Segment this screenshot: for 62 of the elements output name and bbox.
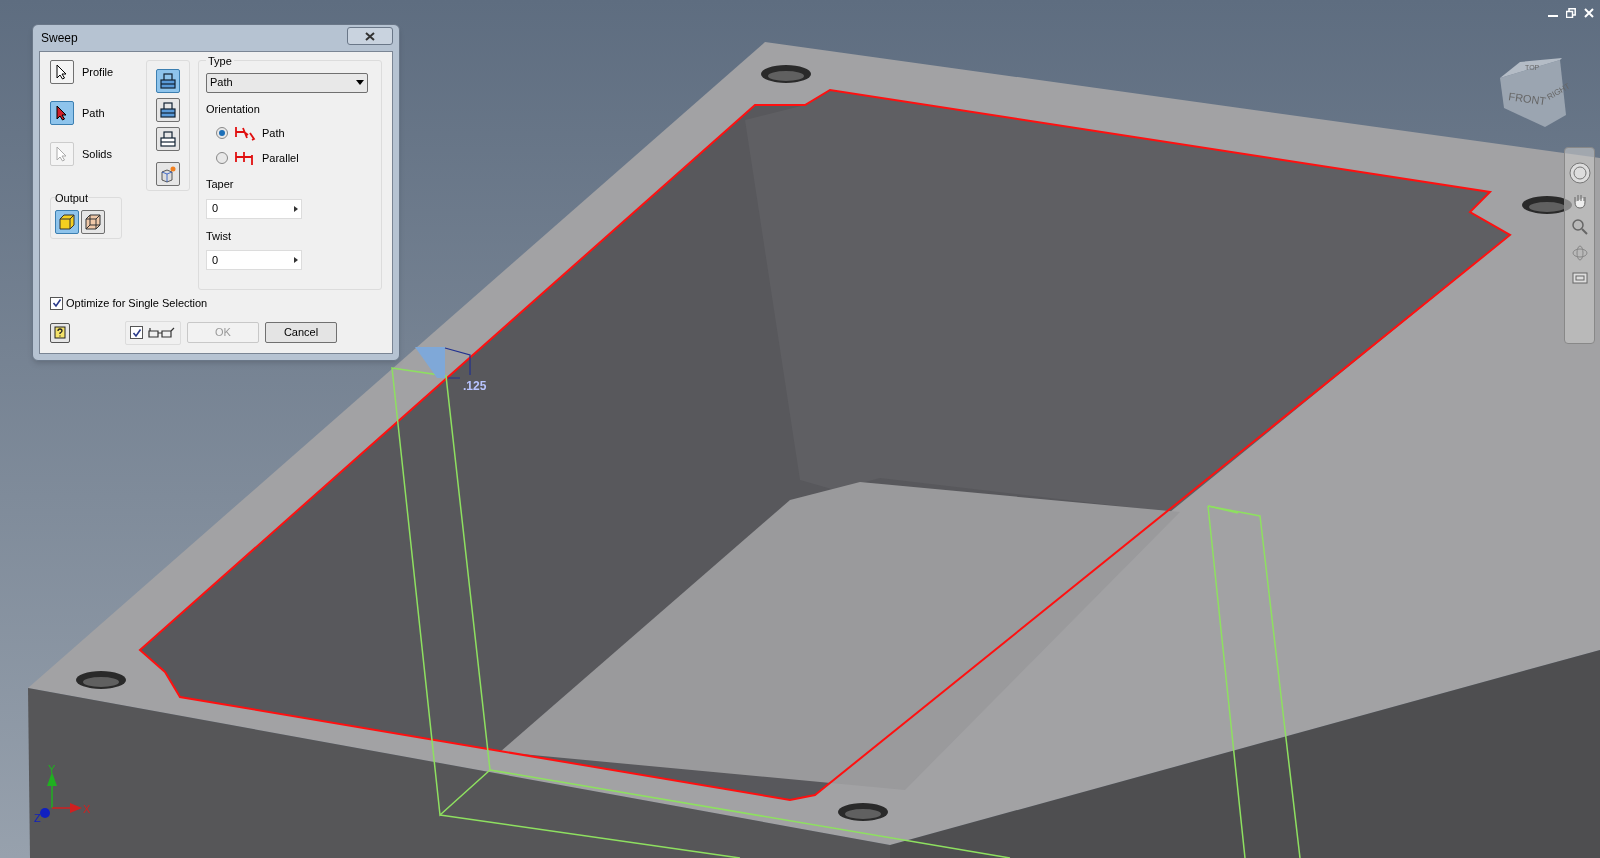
selector-label: Profile [82, 64, 114, 80]
preview-toggle[interactable] [125, 320, 181, 345]
parallel-orientation-icon [234, 150, 256, 166]
plane-stack-icon [159, 130, 177, 148]
radio-label: Parallel [262, 150, 299, 166]
steering-wheel-icon[interactable] [1568, 162, 1591, 184]
cube-sparkle-icon [159, 165, 177, 183]
restore-icon[interactable] [1566, 8, 1576, 18]
preview-checkbox[interactable] [130, 326, 143, 339]
radio-button[interactable] [216, 152, 228, 164]
help-icon [54, 325, 66, 340]
dialog-title: Sweep [40, 30, 78, 47]
selector-label: Path [82, 105, 105, 121]
selector-label: Solids [82, 146, 112, 162]
taper-label: Taper [206, 177, 235, 192]
cancel-button[interactable]: Cancel [265, 322, 337, 343]
tool-button[interactable] [156, 69, 180, 93]
tool-button[interactable] [156, 98, 180, 122]
close-button[interactable] [347, 27, 393, 45]
help-button[interactable] [50, 322, 70, 343]
close-icon [365, 31, 375, 41]
twist-input-field[interactable]: 0 [206, 250, 302, 270]
screw-hole [838, 803, 888, 821]
view-window-icon[interactable] [1571, 270, 1588, 284]
radio-label: Path [262, 125, 285, 141]
tool-button[interactable] [156, 162, 180, 186]
optimize-label: Optimize for Single Selection [66, 296, 208, 311]
cursor-arrow-icon [56, 105, 68, 121]
taper-input-field[interactable]: 0 [206, 198, 302, 219]
plane-stack-icon [159, 101, 177, 119]
axis-triad-drawing [40, 772, 82, 818]
selector-button[interactable] [50, 101, 74, 125]
twist-label: Twist [206, 228, 233, 244]
solid-cube-icon [58, 212, 76, 231]
cursor-arrow-icon [56, 64, 68, 80]
y-axis-label: Y [48, 763, 56, 775]
dimension-drawing [415, 347, 471, 379]
radio-button[interactable] [216, 127, 228, 139]
path-orientation-icon [234, 125, 256, 141]
x-axis-label: X [83, 803, 91, 815]
glasses-icon [147, 326, 175, 339]
tool-button[interactable] [156, 127, 180, 151]
orientation-label: Orientation [206, 101, 261, 117]
output-option-button[interactable] [81, 209, 105, 234]
view-cube-front-label: FRONT [1507, 90, 1547, 108]
close-icon[interactable] [1584, 8, 1594, 18]
dropdown-caret-icon [356, 80, 364, 85]
optimize-checkbox[interactable] [50, 296, 63, 310]
spin-arrow-icon [294, 205, 298, 212]
plane-stack-icon [159, 72, 177, 90]
screw-hole [1522, 196, 1572, 214]
surface-cube-icon [84, 212, 102, 231]
dimension-value: .125 [463, 379, 487, 393]
z-axis-label: Z [34, 812, 41, 824]
type-dropdown[interactable]: Path [206, 72, 368, 93]
output-option-button[interactable] [55, 209, 79, 234]
screw-hole [76, 671, 126, 689]
screw-hole [761, 65, 811, 83]
cursor-arrow-icon [56, 146, 68, 162]
spin-arrow-icon [294, 257, 298, 263]
zoom-icon[interactable] [1570, 218, 1589, 236]
selector-button[interactable] [50, 60, 74, 84]
